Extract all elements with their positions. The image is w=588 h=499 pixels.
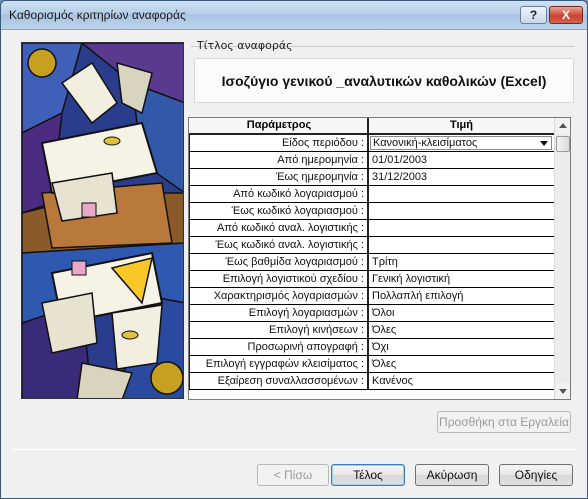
scroll-thumb[interactable] bbox=[556, 136, 570, 152]
table-row[interactable]: Επιλογή κινήσεων : Όλες bbox=[189, 322, 554, 339]
dropdown-value: Κανονική-κλεισίματος bbox=[373, 137, 478, 149]
help-title-button[interactable]: ? bbox=[520, 6, 547, 24]
scroll-down-icon[interactable] bbox=[556, 383, 570, 399]
parameters-grid[interactable]: Παράμετρος Τιμή Είδος περιόδου : Κανονική… bbox=[188, 117, 571, 400]
parameter-value-field[interactable] bbox=[369, 237, 554, 253]
parameter-label: Έως κωδικό αναλ. λογιστικής : bbox=[189, 237, 369, 253]
parameter-label: Από κωδικό λογαριασμού : bbox=[189, 186, 369, 202]
window-title: Καθορισμός κριτηρίων αναφοράς bbox=[9, 8, 186, 22]
parameter-value-field[interactable]: Πολλαπλή επιλογή bbox=[369, 288, 554, 304]
table-row[interactable]: Χαρακτηρισμός λογαριασμών : Πολλαπλή επιλ… bbox=[189, 288, 554, 305]
parameter-value-field[interactable]: 01/01/2003 bbox=[369, 152, 554, 168]
table-row[interactable]: Από κωδικό λογαριασμού : bbox=[189, 186, 554, 203]
table-row[interactable]: Από ημερομηνία :01/01/2003 bbox=[189, 152, 554, 169]
parameter-value-field[interactable]: Όχι bbox=[369, 339, 554, 355]
column-header-value: Τιμή bbox=[449, 119, 474, 131]
bottom-divider bbox=[12, 449, 578, 450]
parameter-label: Επιλογή λογιστικού σχεδίου : bbox=[189, 271, 369, 287]
parameter-label: Χαρακτηρισμός λογαριασμών : bbox=[189, 288, 369, 304]
parameter-label: Από κωδικό αναλ. λογιστικής : bbox=[189, 220, 369, 236]
table-row[interactable]: Επιλογή λογιστικού σχεδίου : Γενική λογισ… bbox=[189, 271, 554, 288]
cancel-button[interactable]: Ακύρωση bbox=[415, 464, 489, 486]
parameter-value-field[interactable] bbox=[369, 186, 554, 202]
column-header-parameter: Παράμετρος bbox=[189, 118, 369, 133]
parameter-value-field[interactable]: Κανένος bbox=[369, 373, 554, 389]
report-title: Ισοζύγιο γενικού _αναλυτικών καθολικών (… bbox=[194, 58, 574, 103]
scroll-up-icon[interactable] bbox=[556, 118, 570, 134]
title-bar[interactable]: Καθορισμός κριτηρίων αναφοράς ? X bbox=[1, 1, 587, 30]
vertical-scrollbar[interactable] bbox=[554, 118, 570, 399]
finish-button[interactable]: Τέλος bbox=[331, 464, 405, 486]
table-row[interactable]: Εξαίρεση συναλλασσομένων : Κανένος bbox=[189, 373, 554, 390]
parameter-value-field[interactable]: 31/12/2003 bbox=[369, 169, 554, 185]
parameter-label: Έως κωδικό λογαριασμού : bbox=[189, 203, 369, 219]
chevron-down-icon[interactable] bbox=[540, 141, 548, 146]
table-row[interactable]: Από κωδικό αναλ. λογιστικής : bbox=[189, 220, 554, 237]
period-type-select[interactable]: Κανονική-κλεισίματος bbox=[369, 135, 554, 151]
parameter-label: Επιλογή λογαριασμών : bbox=[189, 305, 369, 321]
parameter-value-field[interactable]: Όλες bbox=[369, 322, 554, 338]
parameter-value-field[interactable]: Όλες bbox=[369, 356, 554, 372]
wizard-side-image bbox=[21, 42, 184, 399]
table-row[interactable]: Επιλογή εγγραφών κλεισίματος : Όλες bbox=[189, 356, 554, 373]
grid-header: Παράμετρος Τιμή bbox=[189, 118, 554, 135]
parameter-value-field[interactable]: Γενική λογιστική bbox=[369, 271, 554, 287]
parameter-label: Προσωρινή απογραφή : bbox=[189, 339, 369, 355]
parameter-value-field[interactable]: Όλοι bbox=[369, 305, 554, 321]
dropdown-select[interactable]: Κανονική-κλεισίματος bbox=[370, 136, 552, 150]
table-row[interactable]: Έως κωδικό αναλ. λογιστικής : bbox=[189, 237, 554, 254]
parameter-label: Από ημερομηνία : bbox=[189, 152, 369, 168]
add-to-tools-button[interactable]: Προσθήκη στα Εργαλεία bbox=[437, 411, 571, 433]
table-row[interactable]: Προσωρινή απογραφή : Όχι bbox=[189, 339, 554, 356]
dialog-window: Καθορισμός κριτηρίων αναφοράς ? X Τίτλος… bbox=[0, 0, 588, 499]
table-row[interactable]: Έως βαθμίδα λογαριασμού : Τρίτη bbox=[189, 254, 554, 271]
parameter-label: Έως ημερομηνία : bbox=[189, 169, 369, 185]
parameter-label: Έως βαθμίδα λογαριασμού : bbox=[189, 254, 369, 270]
parameter-label: Επιλογή εγγραφών κλεισίματος : bbox=[189, 356, 369, 372]
table-row[interactable]: Είδος περιόδου : Κανονική-κλεισίματος bbox=[189, 135, 554, 152]
parameter-value-field[interactable] bbox=[369, 203, 554, 219]
table-row[interactable]: Έως κωδικό λογαριασμού : bbox=[189, 203, 554, 220]
parameter-label: Είδος περιόδου : bbox=[189, 135, 369, 151]
report-title-label: Τίτλος αναφοράς bbox=[197, 39, 293, 52]
parameter-value-field[interactable] bbox=[369, 220, 554, 236]
table-row[interactable]: Έως ημερομηνία :31/12/2003 bbox=[189, 169, 554, 186]
back-button[interactable]: < Πίσω bbox=[257, 464, 329, 486]
table-row[interactable]: Επιλογή λογαριασμών : Όλοι bbox=[189, 305, 554, 322]
parameter-label: Επιλογή κινήσεων : bbox=[189, 322, 369, 338]
parameter-value-field[interactable]: Τρίτη bbox=[369, 254, 554, 270]
help-button[interactable]: Οδηγίες bbox=[499, 464, 573, 486]
parameter-label: Εξαίρεση συναλλασσομένων : bbox=[189, 373, 369, 389]
close-button[interactable]: X bbox=[549, 6, 583, 24]
